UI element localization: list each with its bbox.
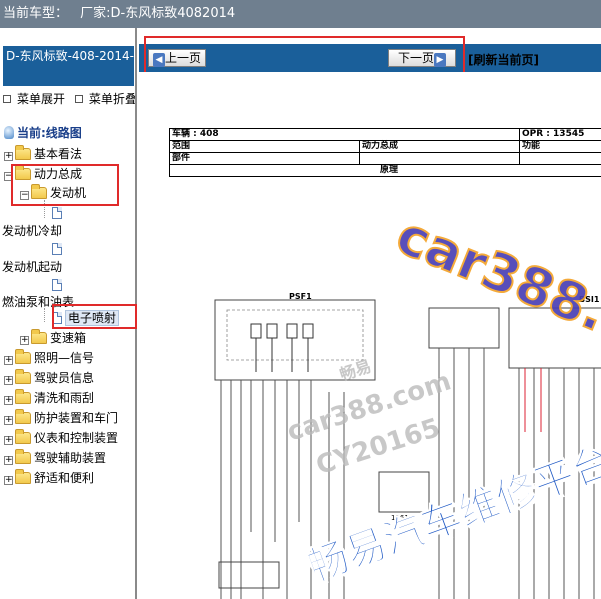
psf1-label: PSF1 [289, 292, 312, 301]
collapse-all-link[interactable]: 菜单折叠 [89, 92, 135, 106]
expand-plus-icon[interactable]: + [4, 476, 13, 485]
tree-item-protection-doors[interactable]: + 防护装置和车门 [4, 409, 118, 427]
folder-icon [15, 449, 31, 464]
wiring-diagram: PSF1 BSI1 1261 [214, 292, 601, 599]
expand-plus-icon[interactable]: + [4, 456, 13, 465]
tree-doc-node[interactable] [52, 240, 65, 258]
tree-item-driver-info[interactable]: + 驾驶员信息 [4, 369, 94, 387]
wire-group [220, 348, 595, 599]
tree-item-label: 发动机冷却 [2, 224, 63, 238]
expand-plus-icon[interactable]: + [4, 376, 13, 385]
folder-icon [15, 145, 31, 160]
lower-connector [218, 561, 280, 589]
expand-all-link[interactable]: 菜单展开 [17, 92, 65, 106]
folder-icon [15, 389, 31, 404]
document-icon [52, 279, 62, 291]
component-box [428, 307, 500, 349]
bulb-icon [4, 126, 14, 139]
expand-plus-icon[interactable]: + [4, 152, 13, 161]
tree-item-engine-start[interactable]: 发动机起动 [2, 258, 62, 276]
connector-box [378, 471, 430, 513]
bsi1-box [508, 307, 601, 369]
tree-root-label: 当前:线路图 [17, 126, 82, 140]
folder-icon [15, 369, 31, 384]
app-window: 当前车型： 厂家:D-东风标致4082014 D-东风标致-408-2014- … [0, 0, 601, 599]
expand-plus-icon[interactable]: + [4, 436, 13, 445]
connector-label: 1261 [391, 514, 409, 522]
expand-plus-icon[interactable]: + [4, 416, 13, 425]
current-model-label: 当前车型： [3, 6, 69, 21]
tree-item-label: 基本看法 [34, 147, 83, 161]
tree-item-lighting[interactable]: + 照明—信号 [4, 349, 94, 367]
document-icon [52, 207, 62, 219]
tree-item-comfort[interactable]: + 舒适和便利 [4, 469, 94, 487]
tree-item-transmission[interactable]: + 变速箱 [20, 329, 86, 347]
psf1-box [214, 299, 376, 381]
tree-item-instruments[interactable]: + 仪表和控制装置 [4, 429, 118, 447]
folder-icon [15, 349, 31, 364]
tree-item-basic[interactable]: + 基本看法 [4, 145, 82, 163]
tree-item-label: 驾驶辅助装置 [34, 451, 107, 465]
tree-item-label: 防护装置和车门 [34, 411, 119, 425]
highlight-box-injection [52, 304, 137, 329]
refresh-page-link[interactable]: [刷新当前页] [468, 51, 539, 68]
psf1-inner [226, 309, 364, 361]
tree-item-wash-wipe[interactable]: + 清洗和雨刮 [4, 389, 94, 407]
tree-root[interactable]: 当前:线路图 [4, 124, 82, 142]
relay-group [250, 323, 314, 372]
expand-plus-icon[interactable]: + [20, 336, 29, 345]
menu-toggle-bar: 菜单展开 菜单折叠 [3, 90, 135, 106]
folder-icon [31, 329, 47, 344]
expand-plus-icon[interactable]: + [4, 396, 13, 405]
folder-icon [15, 409, 31, 424]
document-icon [52, 243, 62, 255]
tree-item-engine-cooling[interactable]: 发动机冷却 [2, 222, 62, 240]
red-wire-group [524, 368, 542, 432]
bsi1-label: BSI1 [579, 295, 600, 304]
expand-icon[interactable] [3, 95, 11, 103]
tree-item-label: 照明—信号 [34, 351, 95, 365]
tree-doc-node[interactable] [52, 204, 65, 222]
diagram-viewer: 车辆 : 408 OPR : 13545 范围 动力总成 功能 部件 原理 PS… [139, 72, 601, 599]
tree-item-label: 驾驶员信息 [34, 371, 95, 385]
tree-item-label: 发动机起动 [2, 260, 63, 274]
left-panel-title: D-东风标致-408-2014- 线路图. [3, 46, 134, 86]
tree-item-label: 变速箱 [50, 331, 87, 345]
tree-item-label: 舒适和便利 [34, 471, 95, 485]
folder-icon [15, 469, 31, 484]
tree-item-label: 仪表和控制装置 [34, 431, 119, 445]
highlight-box-powertrain [11, 164, 119, 206]
tree-item-driving-aids[interactable]: + 驾驶辅助装置 [4, 449, 106, 467]
folder-icon [15, 429, 31, 444]
expand-plus-icon[interactable]: + [4, 356, 13, 365]
top-header: 当前车型： 厂家:D-东风标致4082014 [0, 0, 601, 28]
collapse-icon[interactable] [74, 95, 83, 103]
tree-connector [44, 308, 45, 322]
tree-item-label: 清洗和雨刮 [34, 391, 95, 405]
tree-doc-node[interactable] [52, 276, 65, 294]
manufacturer-text: 厂家:D-东风标致4082014 [80, 6, 236, 21]
